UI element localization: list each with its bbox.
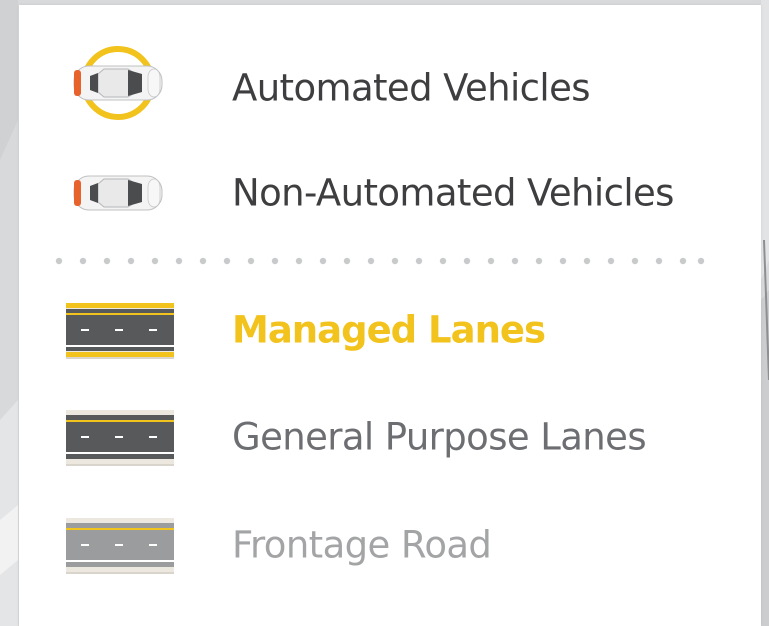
legend-panel: Automated Vehicles Non-Automated Vehicle…	[19, 5, 761, 626]
legend-label: General Purpose Lanes	[232, 415, 647, 459]
automated-vehicle-icon	[73, 46, 163, 120]
general-purpose-lanes-icon	[66, 410, 174, 466]
legend-item-non-automated-vehicles: Non-Automated Vehicles	[19, 148, 761, 238]
legend-divider	[55, 257, 705, 265]
non-automated-vehicle-icon	[73, 175, 163, 211]
frontage-road-icon	[66, 518, 174, 574]
legend-label: Managed Lanes	[232, 308, 546, 352]
legend-label: Frontage Road	[232, 523, 492, 567]
legend-item-managed-lanes: Managed Lanes	[19, 285, 761, 375]
legend-item-frontage-road: Frontage Road	[19, 500, 761, 590]
legend-item-automated-vehicles: Automated Vehicles	[19, 43, 761, 133]
legend-label: Non-Automated Vehicles	[232, 171, 674, 215]
legend-label: Automated Vehicles	[232, 66, 591, 110]
legend-item-general-purpose-lanes: General Purpose Lanes	[19, 392, 761, 482]
managed-lanes-icon	[66, 303, 174, 359]
